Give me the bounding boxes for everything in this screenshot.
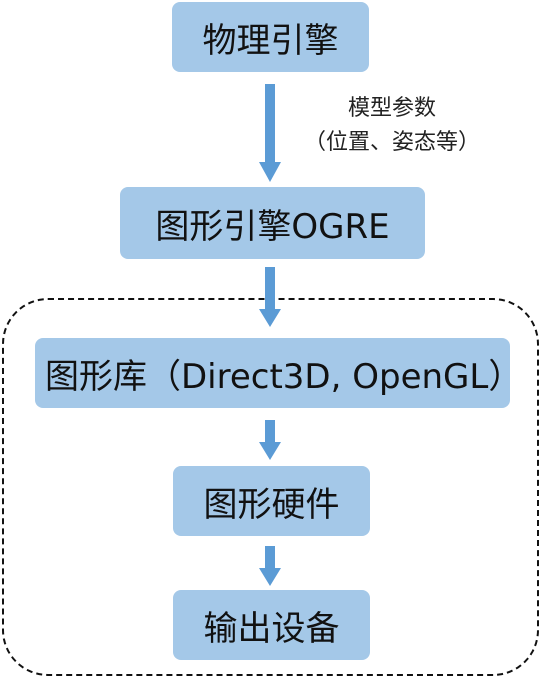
node-output-device: 输出设备 — [173, 590, 370, 660]
arrow-down-icon — [259, 84, 281, 182]
edge-label: 模型参数 （位置、姿态等） — [284, 92, 500, 160]
node-physics-engine: 物理引擎 — [172, 2, 369, 72]
node-graphics-library: 图形库（Direct3D, OpenGL） — [35, 338, 522, 408]
arrow-down-icon — [259, 420, 281, 460]
node-graphics-hardware: 图形硬件 — [173, 466, 370, 536]
arrow-down-icon — [259, 267, 281, 327]
edge-label-line-2: （位置、姿态等） — [303, 130, 480, 155]
arrow-down-icon — [259, 546, 281, 586]
node-graphics-engine-ogre: 图形引擎OGRE — [120, 187, 425, 259]
edge-label-line-1: 模型参数 — [347, 96, 436, 121]
